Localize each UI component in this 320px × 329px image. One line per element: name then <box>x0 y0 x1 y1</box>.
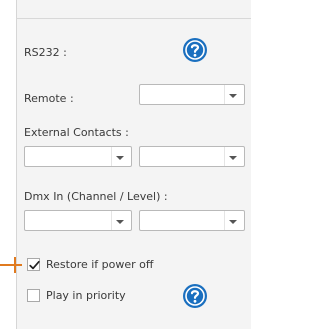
select-separator <box>224 211 225 230</box>
dmx-level-select[interactable] <box>139 210 245 231</box>
select-separator <box>224 147 225 166</box>
select-separator <box>111 147 112 166</box>
callout-pointer-bracket <box>14 257 22 273</box>
chevron-down-icon <box>229 94 237 98</box>
remote-select[interactable] <box>139 84 245 105</box>
rs232-label: RS232 : <box>24 46 67 59</box>
chevron-down-icon <box>229 156 237 160</box>
restore-if-power-off-label[interactable]: Restore if power off <box>46 258 153 271</box>
play-in-priority-help-icon[interactable] <box>182 283 208 309</box>
checkmark-icon <box>29 260 40 270</box>
remote-label: Remote : <box>24 92 74 105</box>
dmx-channel-select[interactable] <box>24 210 132 231</box>
external-contacts-label: External Contacts : <box>24 126 129 139</box>
select-separator <box>111 211 112 230</box>
external-contacts-select-2[interactable] <box>139 146 245 167</box>
play-in-priority-label[interactable]: Play in priority <box>46 289 126 302</box>
settings-canvas: RS232 : Remote : External Contacts : Dmx… <box>0 0 251 329</box>
rs232-help-icon[interactable] <box>182 37 208 63</box>
external-contacts-select-1[interactable] <box>24 146 132 167</box>
chevron-down-icon <box>229 220 237 224</box>
select-separator <box>224 85 225 104</box>
play-in-priority-checkbox[interactable] <box>27 289 40 302</box>
chevron-down-icon <box>116 156 124 160</box>
chevron-down-icon <box>116 220 124 224</box>
restore-if-power-off-checkbox[interactable] <box>27 258 40 271</box>
dmx-in-label: Dmx In (Channel / Level) : <box>24 190 168 203</box>
panel-divider <box>16 18 251 19</box>
